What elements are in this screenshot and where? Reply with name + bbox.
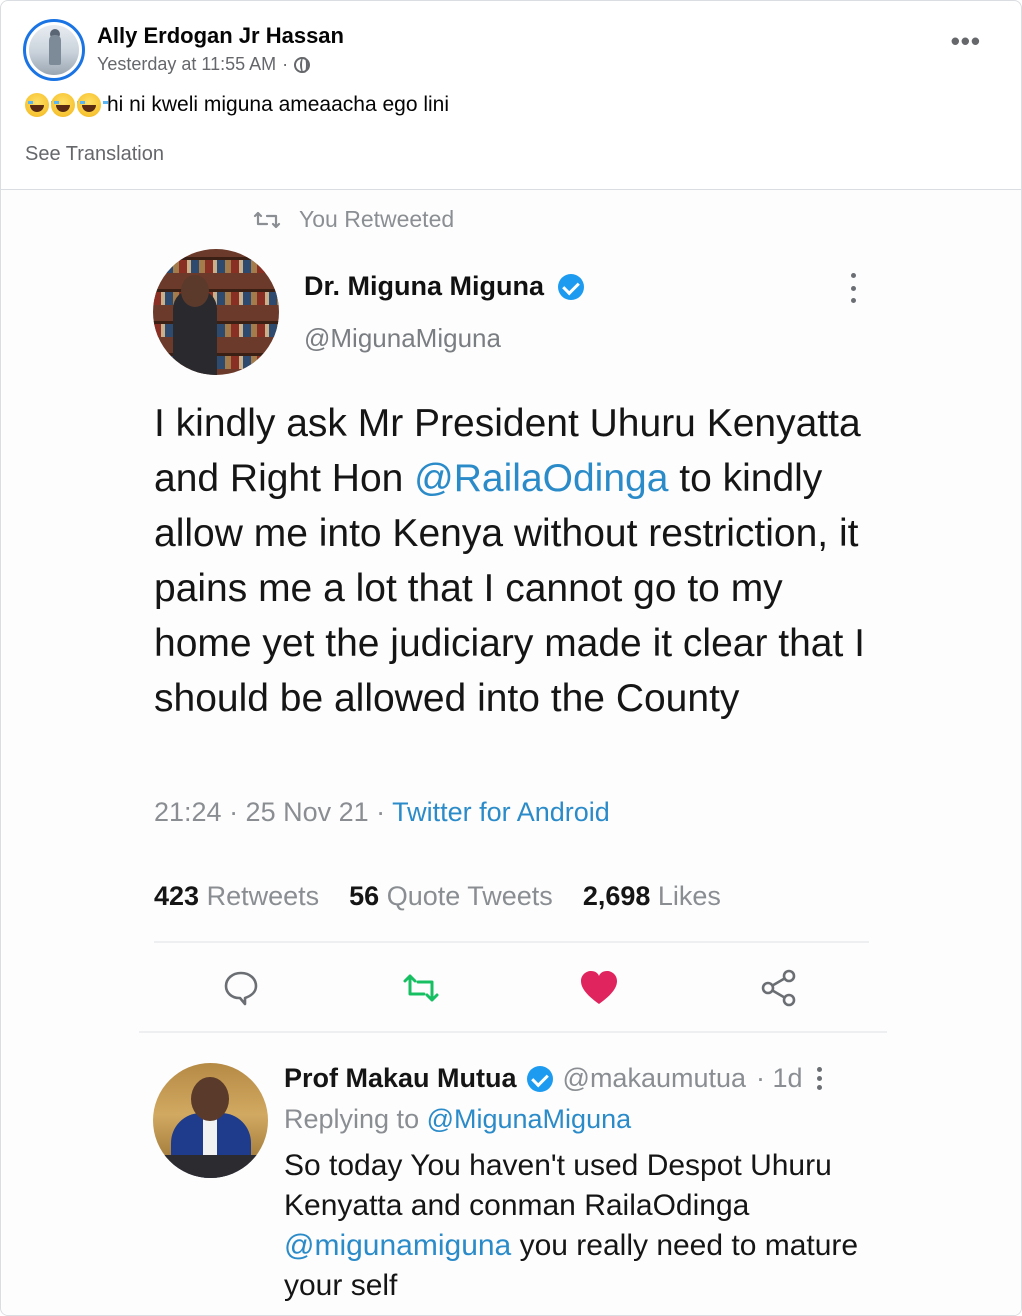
- reply-icon: [219, 966, 263, 1010]
- post-timestamp[interactable]: Yesterday at 11:55 AM: [97, 54, 276, 75]
- tweet-stats: 423 Retweets 56 Quote Tweets 2,698 Likes: [154, 881, 721, 912]
- reply-more-icon: [816, 1067, 822, 1090]
- tweet-author-name: Dr. Miguna Miguna: [304, 271, 584, 302]
- quotes-stat: 56 Quote Tweets: [349, 881, 553, 912]
- replying-to: Replying to @MigunaMiguna: [284, 1104, 631, 1135]
- face-with-tears-of-joy-icon: [77, 93, 108, 117]
- tweet-source: Twitter for Android: [392, 797, 610, 827]
- reply-divider: [139, 1031, 887, 1033]
- face-with-tears-of-joy-icon: [25, 93, 56, 117]
- replying-to-handle: @MigunaMiguna: [426, 1104, 632, 1134]
- facebook-post-card: Ally Erdogan Jr Hassan Yesterday at 11:5…: [0, 0, 1022, 1316]
- retweet-icon: [253, 209, 281, 231]
- quotes-label: Quote Tweets: [386, 881, 553, 911]
- verified-badge-icon: [526, 1065, 553, 1092]
- reply-age: · 1d: [756, 1063, 803, 1093]
- tweet-more-icon: [845, 273, 861, 303]
- retweets-label: Retweets: [206, 881, 320, 911]
- tweet-author-handle: @MigunaMiguna: [304, 323, 501, 353]
- globe-icon: [294, 56, 311, 73]
- reply-author-avatar: [153, 1063, 268, 1178]
- retweet-action-icon: [399, 966, 443, 1010]
- reply-author-name: Prof Makau Mutua: [284, 1063, 517, 1093]
- author-avatar[interactable]: [23, 19, 85, 81]
- reply-header: Prof Makau Mutua @makaumutua · 1d: [284, 1063, 822, 1094]
- reply-author-handle: @makaumutua: [562, 1063, 747, 1093]
- quotes-count: 56: [349, 881, 380, 911]
- reply-body-part1: So today You haven't used Despot Uhuru K…: [284, 1149, 832, 1222]
- tweet-body: I kindly ask Mr President Uhuru Kenyatta…: [154, 396, 874, 726]
- retweets-stat: 423 Retweets: [154, 881, 319, 912]
- meta-separator: ·: [282, 54, 289, 74]
- retweets-count: 423: [154, 881, 200, 911]
- stats-divider: [154, 941, 869, 943]
- reply-body: So today You haven't used Despot Uhuru K…: [284, 1146, 884, 1306]
- like-icon: [577, 966, 621, 1010]
- tweet-time: 21:24 · 25 Nov 21 ·: [154, 797, 393, 827]
- more-options-icon[interactable]: •••: [951, 28, 981, 54]
- face-with-tears-of-joy-icon: [51, 93, 82, 117]
- post-author-name[interactable]: Ally Erdogan Jr Hassan: [97, 23, 344, 49]
- emoji-group: [25, 93, 108, 117]
- tweet-mention: @RailaOdinga: [414, 457, 669, 500]
- tweet-author-name-text: Dr. Miguna Miguna: [304, 271, 544, 301]
- likes-count: 2,698: [582, 881, 651, 911]
- share-icon: [757, 966, 801, 1010]
- likes-stat: 2,698 Likes: [583, 881, 721, 912]
- likes-label: Likes: [657, 881, 721, 911]
- verified-badge-icon: [558, 273, 584, 300]
- retweet-indicator: You Retweeted: [253, 206, 454, 233]
- post-meta: Yesterday at 11:55 AM ·: [97, 54, 311, 75]
- reply-mention: @migunamiguna: [284, 1229, 512, 1262]
- tweet-author-avatar: [153, 249, 279, 375]
- replying-label: Replying to: [284, 1104, 427, 1134]
- post-caption: hi ni kweli miguna ameaacha ego lini: [107, 93, 450, 116]
- retweet-label: You Retweeted: [299, 206, 455, 232]
- author-avatar-image: [29, 25, 79, 75]
- tweet-timestamp: 21:24 · 25 Nov 21 · Twitter for Android: [154, 797, 610, 828]
- see-translation-link[interactable]: See Translation: [25, 143, 164, 166]
- post-text: hi ni kweli miguna ameaacha ego lini: [25, 93, 449, 117]
- tweet-actions: [219, 966, 809, 1010]
